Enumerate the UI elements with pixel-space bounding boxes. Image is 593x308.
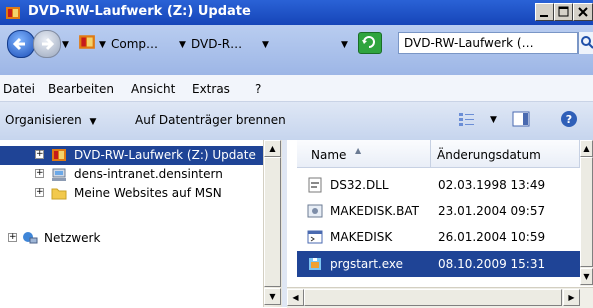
address-dropdown-icon[interactable]: ▼ (341, 40, 348, 50)
forward-arrow-icon (42, 37, 55, 51)
column-header-date-label: Änderungsdatum (437, 148, 541, 162)
menu-bearbeiten[interactable]: Bearbeiten (48, 82, 114, 96)
scroll-thumb[interactable] (264, 157, 281, 287)
network-icon (23, 232, 38, 244)
back-arrow-icon (12, 37, 25, 51)
tree-item-label: Meine Websites auf MSN (74, 186, 222, 200)
column-header-name-label: Name (311, 148, 347, 162)
minimize-icon (540, 15, 548, 17)
forward-button[interactable] (33, 30, 61, 58)
history-dropdown-icon[interactable]: ▼ (62, 40, 69, 50)
tree-item-dvd-drive[interactable]: + DVD-RW-Laufwerk (Z:) Update (0, 146, 263, 165)
search-input-text: DVD-RW-Laufwerk (… (404, 36, 534, 50)
column-header-date[interactable]: Änderungsdatum (431, 140, 580, 168)
expand-icon[interactable]: + (35, 150, 44, 159)
preview-pane-button[interactable] (512, 111, 530, 130)
file-list[interactable]: Name ▲ Änderungsdatum DS32.DLL 02.03.199… (287, 140, 593, 307)
menu-help[interactable]: ? (255, 82, 261, 96)
dvd-drive-icon (52, 149, 66, 161)
scroll-up-button[interactable]: ▲ (264, 140, 281, 157)
sort-ascending-icon: ▲ (355, 146, 362, 155)
window-title: DVD-RW-Laufwerk (Z:) Update (28, 4, 251, 19)
tree-item-label: Netzwerk (44, 231, 101, 245)
breadcrumb-arrow-icon[interactable]: ▼ (99, 40, 106, 50)
help-icon: ? (561, 111, 577, 127)
table-row[interactable]: MAKEDISK.BAT 23.01.2004 09:57 (297, 198, 580, 224)
scroll-thumb[interactable] (580, 157, 593, 267)
maximize-icon (558, 6, 569, 17)
close-button[interactable] (573, 3, 593, 21)
scroll-up-button[interactable]: ▲ (580, 140, 593, 157)
expand-icon[interactable]: + (35, 169, 44, 178)
file-date: 02.03.1998 13:49 (438, 178, 546, 192)
refresh-button[interactable] (358, 32, 382, 54)
file-name: MAKEDISK.BAT (330, 204, 419, 218)
tree-item-msn[interactable]: + Meine Websites auf MSN (0, 184, 263, 203)
file-name: MAKEDISK (330, 230, 393, 244)
dvd-drive-icon (79, 35, 95, 49)
file-list-scrollbar[interactable]: ▲ ▼ (580, 140, 593, 286)
navigation-tree[interactable]: + DVD-RW-Laufwerk (Z:) Update + dens-int… (0, 140, 282, 307)
breadcrumb-computer[interactable]: Comp… (111, 37, 158, 51)
file-date: 26.01.2004 10:59 (438, 230, 546, 244)
search-icon (581, 36, 593, 49)
maximize-button[interactable] (554, 3, 573, 21)
organize-button[interactable]: Organisieren ▼ (5, 113, 96, 127)
breadcrumb-arrow-icon[interactable]: ▼ (179, 40, 186, 50)
scroll-thumb[interactable] (304, 289, 562, 306)
command-bar: Organisieren ▼ Auf Datenträger brennen ▼… (0, 102, 593, 141)
search-button[interactable] (578, 32, 593, 54)
refresh-icon (362, 36, 375, 48)
menu-ansicht[interactable]: Ansicht (131, 82, 175, 96)
batch-file-icon (307, 204, 323, 218)
expand-icon[interactable]: + (35, 188, 44, 197)
tree-item-network[interactable]: + Netzwerk (0, 229, 263, 248)
menu-extras[interactable]: Extras (192, 82, 230, 96)
minimize-button[interactable] (535, 3, 554, 21)
expand-icon[interactable]: + (8, 233, 17, 242)
preview-pane-icon (512, 111, 530, 127)
program-file-icon (307, 230, 323, 244)
close-icon (578, 7, 588, 17)
menu-bar: Datei Bearbeiten Ansicht Extras ? (0, 75, 593, 102)
search-input[interactable]: DVD-RW-Laufwerk (… (398, 32, 578, 54)
burn-button[interactable]: Auf Datenträger brennen (135, 113, 286, 127)
table-row[interactable]: MAKEDISK 26.01.2004 10:59 (297, 224, 580, 250)
scroll-left-button[interactable]: ◀ (287, 289, 304, 306)
tree-item-intranet[interactable]: + dens-intranet.densintern (0, 165, 263, 184)
tree-scrollbar[interactable]: ▲ ▼ (263, 140, 283, 307)
svg-text:?: ? (566, 113, 572, 126)
chevron-down-icon: ▼ (89, 117, 97, 127)
title-bar[interactable]: DVD-RW-Laufwerk (Z:) Update (0, 0, 593, 25)
table-row[interactable]: prgstart.exe 08.10.2009 15:31 (297, 251, 580, 277)
tree-item-label: DVD-RW-Laufwerk (Z:) Update (74, 148, 256, 162)
dll-file-icon (308, 177, 322, 193)
setup-exe-icon (309, 258, 321, 270)
organize-label: Organisieren (5, 113, 82, 127)
menu-datei[interactable]: Datei (3, 82, 35, 96)
breadcrumb-drive[interactable]: DVD-R… (191, 37, 242, 51)
file-name: prgstart.exe (330, 257, 404, 271)
views-dropdown-icon[interactable]: ▼ (490, 115, 497, 125)
column-header-name[interactable]: Name ▲ (297, 140, 431, 168)
folder-icon (51, 188, 67, 200)
views-icon (459, 113, 474, 126)
help-button[interactable]: ? (560, 110, 578, 131)
file-name: DS32.DLL (330, 178, 389, 192)
file-date: 23.01.2004 09:57 (438, 204, 546, 218)
network-drive-icon (52, 168, 66, 181)
horizontal-scrollbar[interactable]: ◀ ▶ (287, 287, 593, 308)
tree-item-label: dens-intranet.densintern (74, 167, 223, 181)
scroll-down-button[interactable]: ▼ (580, 268, 593, 285)
file-date: 08.10.2009 15:31 (438, 257, 546, 271)
breadcrumb-arrow-icon[interactable]: ▼ (262, 40, 269, 50)
scroll-right-button[interactable]: ▶ (563, 289, 580, 306)
back-button[interactable] (7, 30, 35, 58)
scroll-down-button[interactable]: ▼ (264, 288, 281, 305)
views-button[interactable] (458, 111, 476, 130)
table-row[interactable]: DS32.DLL 02.03.1998 13:49 (297, 172, 580, 198)
dvd-drive-icon (6, 7, 20, 19)
